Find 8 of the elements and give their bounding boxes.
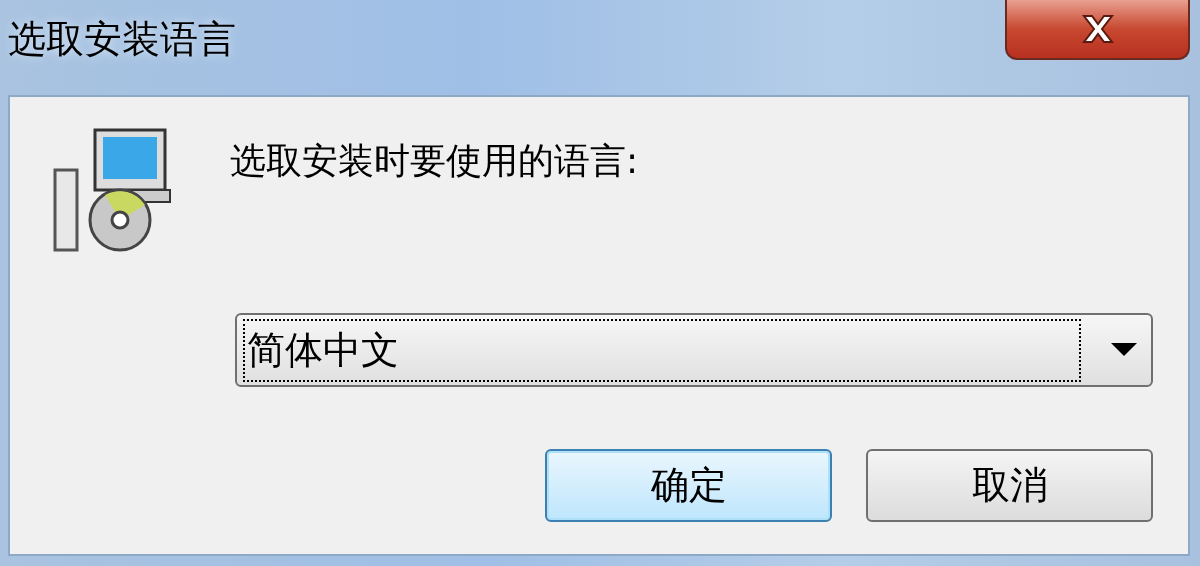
cancel-button[interactable]: 取消 xyxy=(866,449,1153,522)
dropdown-arrow-icon xyxy=(1111,343,1137,357)
prompt-label: 选取安装时要使用的语言: xyxy=(230,139,639,183)
ok-button[interactable]: 确定 xyxy=(545,449,832,522)
window-title: 选取安装语言 xyxy=(8,16,236,63)
selected-language: 简体中文 xyxy=(243,318,1081,382)
close-button[interactable] xyxy=(1005,0,1190,60)
language-dropdown[interactable]: 简体中文 xyxy=(235,313,1153,387)
